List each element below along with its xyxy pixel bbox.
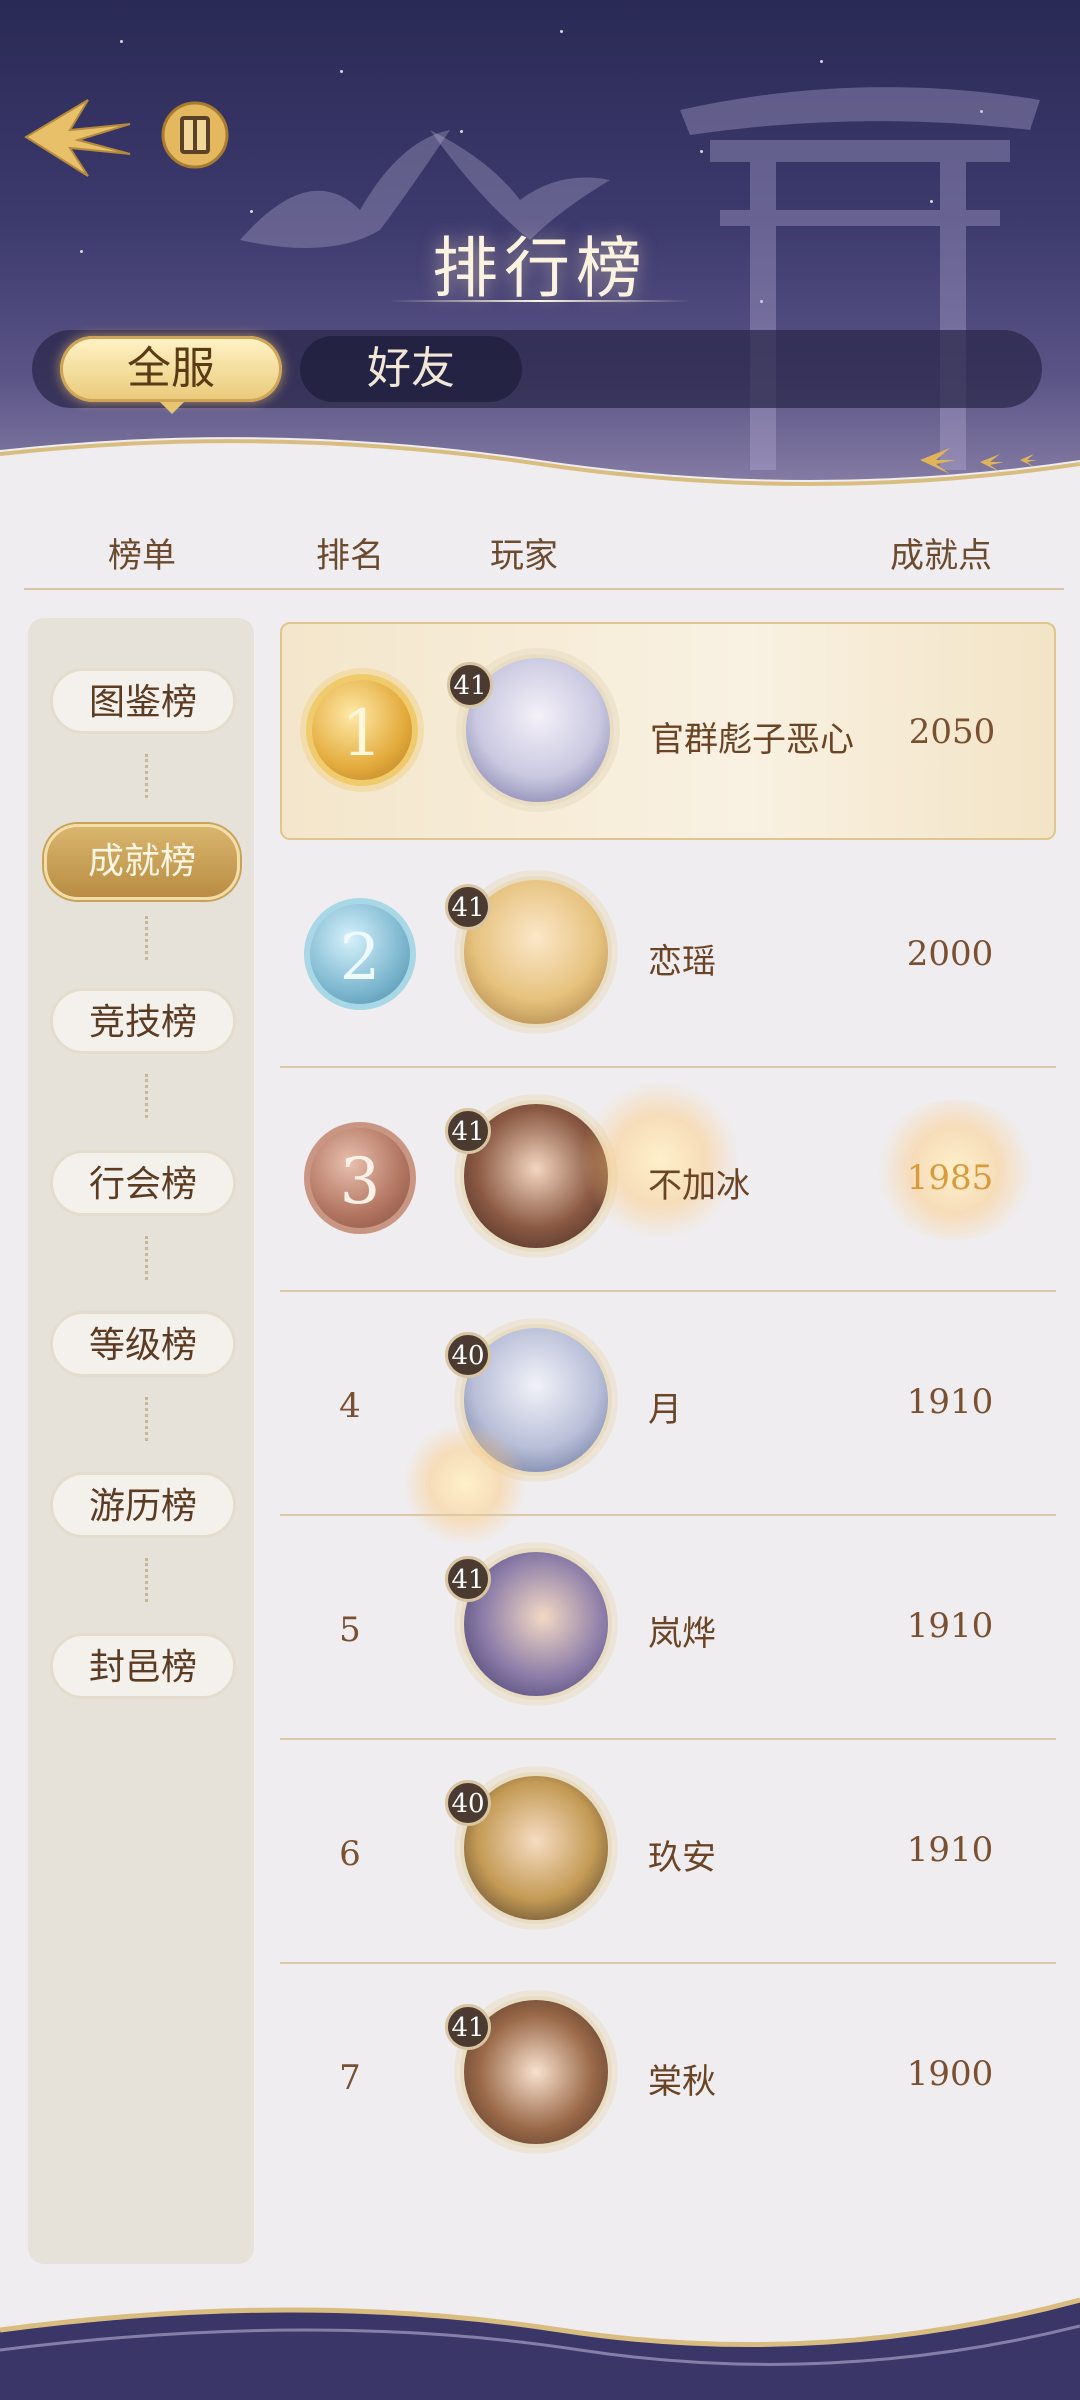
- row-divider: [280, 1066, 1056, 1068]
- row-divider: [280, 1738, 1056, 1740]
- leaderboard-row[interactable]: 6 40 玖安 1910: [280, 1742, 1056, 1960]
- leaderboard-row[interactable]: 1 41 官群彪子恶心 2050: [280, 622, 1056, 840]
- header-banner: 排行榜 全服 好友: [0, 0, 1080, 500]
- level-badge: 41: [445, 1556, 491, 1602]
- silver-medal-icon: 2: [304, 898, 416, 1010]
- rank-number: 6: [339, 1834, 361, 1874]
- row-divider: [280, 1290, 1056, 1292]
- column-header-player: 玩家: [490, 536, 558, 576]
- achievement-points: 1910: [906, 1606, 994, 1646]
- level-badge: 41: [447, 662, 493, 708]
- level-badge: 41: [445, 1108, 491, 1154]
- achievement-points: 2000: [906, 934, 994, 974]
- scroll-icon[interactable]: [160, 98, 230, 172]
- leaderboard-row[interactable]: 2 41 恋瑶 2000: [280, 846, 1056, 1064]
- achievement-points: 1910: [906, 1830, 994, 1870]
- sidebar-connector: [145, 1074, 152, 1118]
- leaderboard-row[interactable]: 5 41 岚烨 1910: [280, 1518, 1056, 1736]
- achievement-points: 1910: [906, 1382, 994, 1422]
- sidebar-connector: [145, 916, 152, 960]
- leaderboard-row[interactable]: 7 41 棠秋 1900: [280, 1966, 1056, 2184]
- achievement-points: 1985: [906, 1158, 994, 1198]
- gold-medal-icon: 1: [306, 674, 418, 786]
- sidebar-connector: [145, 754, 152, 798]
- player-name: 月: [648, 1390, 682, 1430]
- sidebar-item-guild[interactable]: 行会榜: [50, 1150, 236, 1216]
- column-header-score: 成就点: [890, 536, 992, 576]
- sidebar-item-arena[interactable]: 竞技榜: [50, 988, 236, 1054]
- sidebar-connector: [145, 1558, 152, 1602]
- level-badge: 40: [445, 1780, 491, 1826]
- sidebar-item-achievement[interactable]: 成就榜: [44, 824, 240, 900]
- header-wave-divider: [0, 437, 1080, 500]
- sidebar-item-fief[interactable]: 封邑榜: [50, 1633, 236, 1699]
- header-divider: [24, 588, 1064, 590]
- player-name: 玖安: [648, 1838, 716, 1878]
- title-divider: [390, 300, 690, 302]
- page-title: 排行榜: [432, 230, 648, 307]
- rank-number: 4: [339, 1386, 361, 1426]
- leaderboard-row[interactable]: 4 40 月 1910: [280, 1294, 1056, 1544]
- leaderboard-row[interactable]: 3 41 不加冰 1985: [280, 1070, 1056, 1288]
- tab-all-server[interactable]: 全服: [60, 336, 282, 414]
- player-name: 岚烨: [648, 1614, 716, 1654]
- scope-tab-bar: 全服 好友: [32, 330, 1042, 414]
- rank-number: 7: [339, 2058, 361, 2098]
- sidebar-item-level[interactable]: 等级榜: [50, 1311, 236, 1377]
- footer-wave-decoration: [0, 2297, 1080, 2400]
- bronze-medal-icon: 3: [304, 1122, 416, 1234]
- sidebar-item-collection[interactable]: 图鉴榜: [50, 668, 236, 734]
- player-name: 官群彪子恶心: [650, 720, 854, 760]
- rank-number: 5: [339, 1610, 361, 1650]
- level-badge: 41: [445, 884, 491, 930]
- player-name: 棠秋: [648, 2062, 716, 2102]
- row-divider: [280, 1514, 1056, 1516]
- sidebar-connector: [145, 1397, 152, 1441]
- sidebar-connector: [145, 1236, 152, 1280]
- achievement-points: 2050: [908, 712, 996, 752]
- level-badge: 41: [445, 2004, 491, 2050]
- row-divider: [280, 1962, 1056, 1964]
- tab-friends[interactable]: 好友: [300, 336, 522, 402]
- column-header-rank: 排名: [316, 536, 384, 576]
- player-name: 恋瑶: [648, 942, 716, 982]
- leaderboard-category-sidebar: 图鉴榜 成就榜 竞技榜 行会榜 等级榜 游历榜 封邑榜: [28, 618, 254, 2264]
- back-arrow-icon[interactable]: [18, 92, 138, 182]
- sidebar-item-travel[interactable]: 游历榜: [50, 1472, 236, 1538]
- player-name: 不加冰: [648, 1166, 750, 1206]
- achievement-points: 1900: [906, 2054, 994, 2094]
- column-header-list: 榜单: [108, 536, 176, 576]
- level-badge: 40: [445, 1332, 491, 1378]
